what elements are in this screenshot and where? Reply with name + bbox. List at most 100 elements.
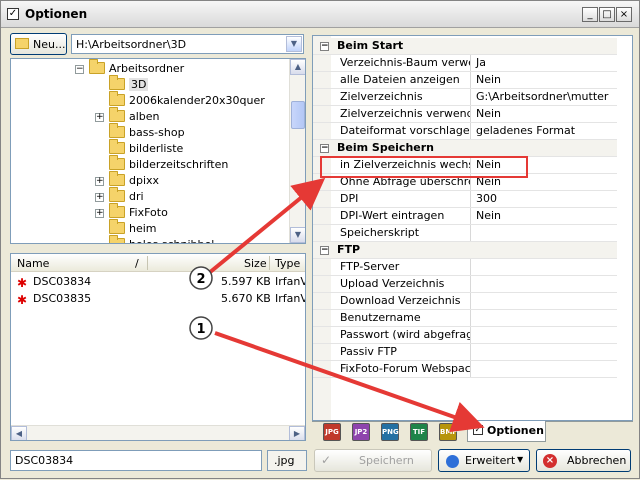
- close-button[interactable]: ×: [616, 7, 632, 22]
- file-row[interactable]: ✱ DSC03834 5.597 KB IrfanV: [11, 274, 305, 290]
- property-grid[interactable]: − Beim Start Verzeichnis-Baum verwe... Ja al…: [312, 35, 633, 421]
- property-value[interactable]: geladenes Format: [473, 123, 617, 139]
- property-value[interactable]: Ja: [473, 55, 617, 71]
- property-value[interactable]: [473, 327, 617, 343]
- collapse-icon[interactable]: −: [320, 246, 329, 255]
- window-title: Optionen: [25, 7, 88, 21]
- cancel-button[interactable]: × Abbrechen: [536, 449, 631, 472]
- tab-optionen[interactable]: ✓ Optionen: [467, 421, 546, 442]
- property-value[interactable]: Nein: [473, 174, 617, 190]
- property-row[interactable]: Verzeichnis-Baum verwe... Ja: [313, 55, 617, 72]
- property-row[interactable]: FixFoto-Forum Webspac...: [313, 361, 617, 378]
- property-value[interactable]: 300: [473, 191, 617, 207]
- scroll-up-icon[interactable]: ▲: [290, 59, 305, 75]
- property-row[interactable]: Ohne Abfrage überschrei...Nein: [313, 174, 617, 191]
- property-value[interactable]: [473, 259, 617, 275]
- column-type[interactable]: Type: [275, 257, 300, 270]
- property-value[interactable]: [473, 276, 617, 292]
- property-value[interactable]: [473, 310, 617, 326]
- tree-item[interactable]: 2006kalender20x30quer: [109, 91, 265, 109]
- tree-item[interactable]: Arbeitsordner: [89, 59, 184, 77]
- tab-format-jp2[interactable]: JP2: [352, 423, 370, 441]
- property-row[interactable]: Zielverzeichnis verwendenNein: [313, 106, 617, 123]
- tree-item[interactable]: holes schnibbel: [109, 235, 214, 243]
- property-value[interactable]: Nein: [473, 208, 617, 224]
- file-list-hscrollbar[interactable]: ◀ ▶: [11, 425, 305, 440]
- advanced-icon: [446, 455, 459, 468]
- tree-item-label: bass-shop: [129, 126, 185, 139]
- property-row[interactable]: Speicherskript: [313, 225, 617, 242]
- tree-item[interactable]: bilderzeitschriften: [109, 155, 228, 173]
- property-row[interactable]: Download Verzeichnis: [313, 293, 617, 310]
- property-row[interactable]: Passiv FTP: [313, 344, 617, 361]
- scroll-left-icon[interactable]: ◀: [11, 426, 27, 440]
- file-size: 5.597 KB: [221, 275, 271, 288]
- tab-format-png[interactable]: PNG: [381, 423, 399, 441]
- expand-icon[interactable]: +: [95, 177, 104, 186]
- collapse-icon[interactable]: −: [320, 42, 329, 51]
- title-check-icon[interactable]: ✓: [7, 8, 19, 20]
- property-row[interactable]: FTP-Server: [313, 259, 617, 276]
- property-row[interactable]: DPI-Wert eintragen Nein: [313, 208, 617, 225]
- property-value[interactable]: [473, 361, 617, 377]
- expand-icon[interactable]: +: [95, 113, 104, 122]
- property-value[interactable]: Nein: [473, 72, 617, 88]
- property-row[interactable]: DPI 300: [313, 191, 617, 208]
- path-combobox[interactable]: H:\Arbeitsordner\3D ▼: [71, 34, 304, 54]
- property-value[interactable]: [473, 225, 617, 241]
- property-value[interactable]: Nein: [473, 106, 617, 122]
- property-name: Ohne Abfrage überschrei...: [337, 174, 471, 190]
- property-group[interactable]: − Beim Speichern: [313, 140, 617, 157]
- collapse-icon[interactable]: −: [75, 65, 84, 74]
- tree-item[interactable]: bass-shop: [109, 123, 185, 141]
- property-value[interactable]: G:\Arbeitsordner\mutter: [473, 89, 617, 105]
- advanced-button[interactable]: Erweitert ▼: [438, 449, 530, 472]
- property-row[interactable]: Passwort (wird abgefragt...: [313, 327, 617, 344]
- property-row[interactable]: Dateiformat vorschlagen geladenes Format: [313, 123, 617, 140]
- property-row[interactable]: Benutzername: [313, 310, 617, 327]
- folder-icon: [109, 203, 125, 218]
- tab-format-tif[interactable]: TIF: [410, 423, 428, 441]
- property-row[interactable]: in Zielverzeichnis wechs... Nein: [313, 157, 617, 174]
- dropdown-arrow-icon: ▼: [517, 455, 524, 464]
- folder-tree[interactable]: ▲ ▼ Arbeitsordner − 3D 2006kalender20x30que…: [10, 58, 306, 244]
- tab-format-bmp[interactable]: BMP: [439, 423, 457, 441]
- property-name: Upload Verzeichnis: [337, 276, 471, 292]
- property-group[interactable]: − FTP: [313, 242, 617, 259]
- expand-icon[interactable]: +: [95, 209, 104, 218]
- folder-icon: [109, 219, 125, 234]
- tree-item-label: bilderliste: [129, 142, 184, 155]
- minimize-button[interactable]: _: [582, 7, 598, 22]
- property-name: Zielverzeichnis verwenden: [337, 106, 471, 122]
- extension-field: .jpg: [267, 450, 307, 471]
- scroll-right-icon[interactable]: ▶: [289, 426, 305, 440]
- property-row[interactable]: Upload Verzeichnis: [313, 276, 617, 293]
- tab-format-jpg[interactable]: JPG: [323, 423, 341, 441]
- maximize-button[interactable]: □: [599, 7, 615, 22]
- file-row[interactable]: ✱ DSC03835 5.670 KB IrfanV: [11, 291, 305, 307]
- save-button[interactable]: ✓ Speichern: [314, 449, 432, 472]
- tree-scrollbar[interactable]: ▲ ▼: [289, 59, 305, 243]
- folder-icon: [109, 123, 125, 138]
- property-value[interactable]: Nein: [473, 157, 617, 173]
- chevron-down-icon[interactable]: ▼: [286, 36, 302, 52]
- property-name: FixFoto-Forum Webspac...: [337, 361, 471, 377]
- title-bar[interactable]: ✓ Optionen _ □ ×: [1, 1, 639, 28]
- collapse-icon[interactable]: −: [320, 144, 329, 153]
- expand-icon[interactable]: +: [95, 193, 104, 202]
- tree-item[interactable]: bilderliste: [109, 139, 184, 157]
- filename-input[interactable]: DSC03834: [10, 450, 262, 471]
- scroll-down-icon[interactable]: ▼: [290, 227, 305, 243]
- folder-icon: [109, 155, 125, 170]
- column-name[interactable]: Name: [17, 257, 49, 270]
- property-row[interactable]: Zielverzeichnis G:\Arbeitsordner\mutter: [313, 89, 617, 106]
- property-value[interactable]: [473, 293, 617, 309]
- column-size[interactable]: Size: [244, 257, 267, 270]
- property-row[interactable]: alle Dateien anzeigen Nein: [313, 72, 617, 89]
- property-value[interactable]: [473, 344, 617, 360]
- new-folder-button[interactable]: Neu...: [10, 33, 67, 55]
- property-name: Passwort (wird abgefragt...: [337, 327, 471, 343]
- file-list[interactable]: Name / Size Type ◀ ▶ ✱ DSC03834 5.597 KB Ir…: [10, 253, 306, 441]
- tree-scroll-thumb[interactable]: [291, 101, 305, 129]
- property-group[interactable]: − Beim Start: [313, 38, 617, 55]
